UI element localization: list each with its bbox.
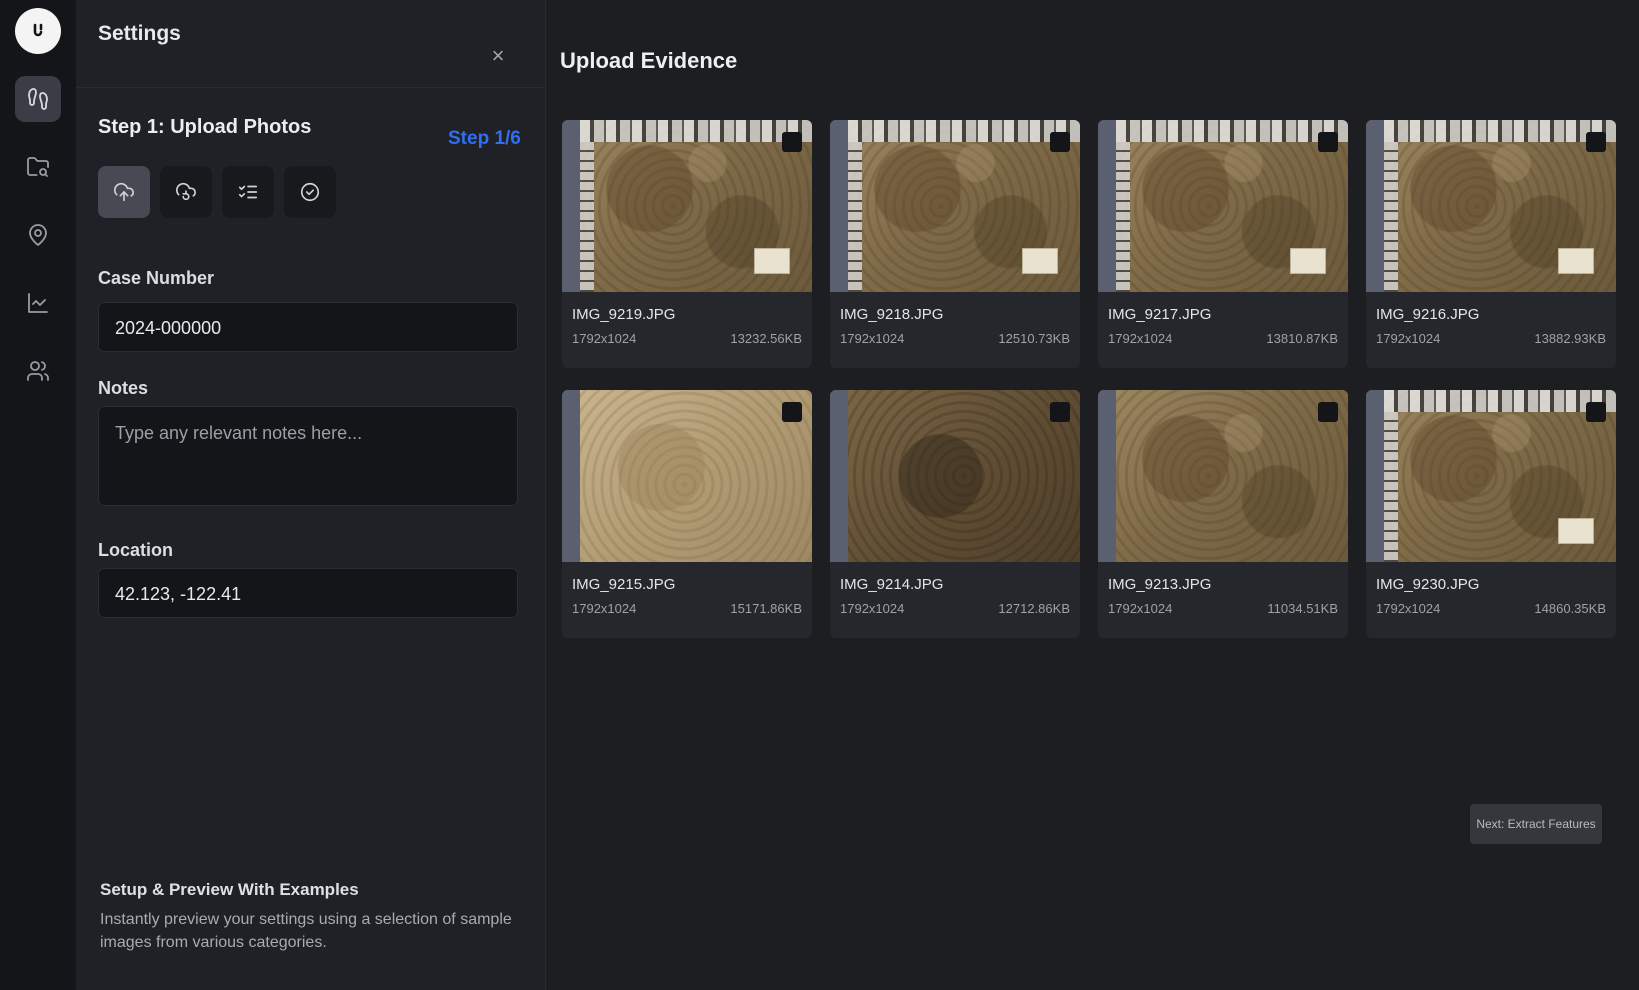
preview-title: Setup & Preview With Examples xyxy=(100,880,359,899)
settings-header: Settings × xyxy=(76,0,546,88)
select-checkbox[interactable] xyxy=(782,402,802,422)
image-card[interactable]: IMG_9230.JPG 1792x1024 14860.35KB xyxy=(1366,390,1616,638)
image-thumbnail xyxy=(1366,120,1616,292)
file-size: 14860.35KB xyxy=(1534,601,1606,616)
case-number-input[interactable]: 2024-000000 xyxy=(98,302,518,352)
upload-cloud-icon xyxy=(114,182,134,202)
file-name: IMG_9213.JPG xyxy=(1108,576,1212,593)
nav-footprints[interactable] xyxy=(15,76,61,122)
image-thumbnail xyxy=(830,390,1080,562)
icon-rail xyxy=(0,0,76,990)
file-dimensions: 1792x1024 xyxy=(840,601,905,616)
users-icon xyxy=(27,361,49,381)
file-dimensions: 1792x1024 xyxy=(1108,331,1173,346)
settings-panel: Settings × Step 1: Upload Photos Step 1/… xyxy=(76,0,546,990)
image-thumbnail xyxy=(830,120,1080,292)
case-number-label: Case Number xyxy=(98,268,215,288)
close-icon[interactable]: × xyxy=(486,44,510,68)
select-checkbox[interactable] xyxy=(1586,402,1606,422)
select-checkbox[interactable] xyxy=(1586,132,1606,152)
map-pin-icon xyxy=(29,224,47,246)
notes-label: Notes xyxy=(98,378,149,398)
step-toolbar xyxy=(98,166,336,218)
preview-description: Instantly preview your settings using a … xyxy=(100,911,512,951)
image-card[interactable]: IMG_9214.JPG 1792x1024 12712.86KB xyxy=(830,390,1080,638)
select-checkbox[interactable] xyxy=(1318,402,1338,422)
file-name: IMG_9219.JPG xyxy=(572,306,676,323)
nav-case-files[interactable] xyxy=(15,144,61,190)
location-input[interactable]: 42.123, -122.41 xyxy=(98,568,518,618)
image-thumbnail xyxy=(562,390,812,562)
file-name: IMG_9230.JPG xyxy=(1376,576,1480,593)
image-thumbnail xyxy=(562,120,812,292)
image-card[interactable]: IMG_9215.JPG 1792x1024 15171.86KB xyxy=(562,390,812,638)
app-logo-icon[interactable] xyxy=(15,8,61,54)
check-circle-icon xyxy=(300,182,320,202)
select-checkbox[interactable] xyxy=(782,132,802,152)
file-dimensions: 1792x1024 xyxy=(840,331,905,346)
select-checkbox[interactable] xyxy=(1050,402,1070,422)
file-size: 15171.86KB xyxy=(730,601,802,616)
location-label: Location xyxy=(98,540,173,560)
notes-textarea[interactable] xyxy=(98,406,518,506)
select-checkbox[interactable] xyxy=(1050,132,1070,152)
file-name: IMG_9215.JPG xyxy=(572,576,676,593)
sync-step-button[interactable] xyxy=(160,166,212,218)
nav-locations[interactable] xyxy=(15,212,61,258)
image-thumbnail xyxy=(1098,390,1348,562)
image-thumbnail xyxy=(1098,120,1348,292)
image-thumbnail xyxy=(1366,390,1616,562)
image-card[interactable]: IMG_9213.JPG 1792x1024 11034.51KB xyxy=(1098,390,1348,638)
refresh-cloud-icon xyxy=(176,182,196,201)
image-card[interactable]: IMG_9219.JPG 1792x1024 13232.56KB xyxy=(562,120,812,368)
file-dimensions: 1792x1024 xyxy=(1376,331,1441,346)
upload-photos-step-button[interactable] xyxy=(98,166,150,218)
app-window: Settings × Step 1: Upload Photos Step 1/… xyxy=(0,0,1639,990)
file-name: IMG_9216.JPG xyxy=(1376,306,1480,323)
file-dimensions: 1792x1024 xyxy=(572,601,637,616)
confirm-step-button[interactable] xyxy=(284,166,336,218)
list-checks-icon xyxy=(238,185,258,199)
image-card[interactable]: IMG_9217.JPG 1792x1024 13810.87KB xyxy=(1098,120,1348,368)
page-title: Upload Evidence xyxy=(560,48,738,73)
select-checkbox[interactable] xyxy=(1318,132,1338,152)
image-card[interactable]: IMG_9216.JPG 1792x1024 13882.93KB xyxy=(1366,120,1616,368)
file-dimensions: 1792x1024 xyxy=(1376,601,1441,616)
file-name: IMG_9218.JPG xyxy=(840,306,944,323)
file-size: 13232.56KB xyxy=(730,331,802,346)
step-counter: Step 1/6 xyxy=(448,128,521,149)
file-dimensions: 1792x1024 xyxy=(1108,601,1173,616)
file-size: 13882.93KB xyxy=(1534,331,1606,346)
image-grid: IMG_9219.JPG 1792x1024 13232.56KB IMG_92… xyxy=(562,120,1616,638)
next-extract-features-button[interactable]: Next: Extract Features xyxy=(1470,804,1602,844)
file-name: IMG_9214.JPG xyxy=(840,576,944,593)
file-size: 12510.73KB xyxy=(998,331,1070,346)
file-size: 13810.87KB xyxy=(1266,331,1338,346)
nav-analytics[interactable] xyxy=(15,280,61,326)
line-chart-icon xyxy=(28,293,48,313)
preview-examples-section[interactable]: Setup & Preview With Examples Instantly … xyxy=(100,880,520,954)
checklist-step-button[interactable] xyxy=(222,166,274,218)
nav-users[interactable] xyxy=(15,348,61,394)
settings-title: Settings xyxy=(98,22,181,45)
step-title: Step 1: Upload Photos xyxy=(98,116,312,138)
file-size: 12712.86KB xyxy=(998,601,1070,616)
file-dimensions: 1792x1024 xyxy=(572,331,637,346)
file-size: 11034.51KB xyxy=(1267,601,1338,616)
footprints-icon xyxy=(28,88,48,110)
upload-evidence-area: Upload Evidence IMG_9219.JPG 1792x1024 1… xyxy=(546,0,1639,990)
file-name: IMG_9217.JPG xyxy=(1108,306,1212,323)
image-card[interactable]: IMG_9218.JPG 1792x1024 12510.73KB xyxy=(830,120,1080,368)
folder-search-icon xyxy=(27,157,49,177)
